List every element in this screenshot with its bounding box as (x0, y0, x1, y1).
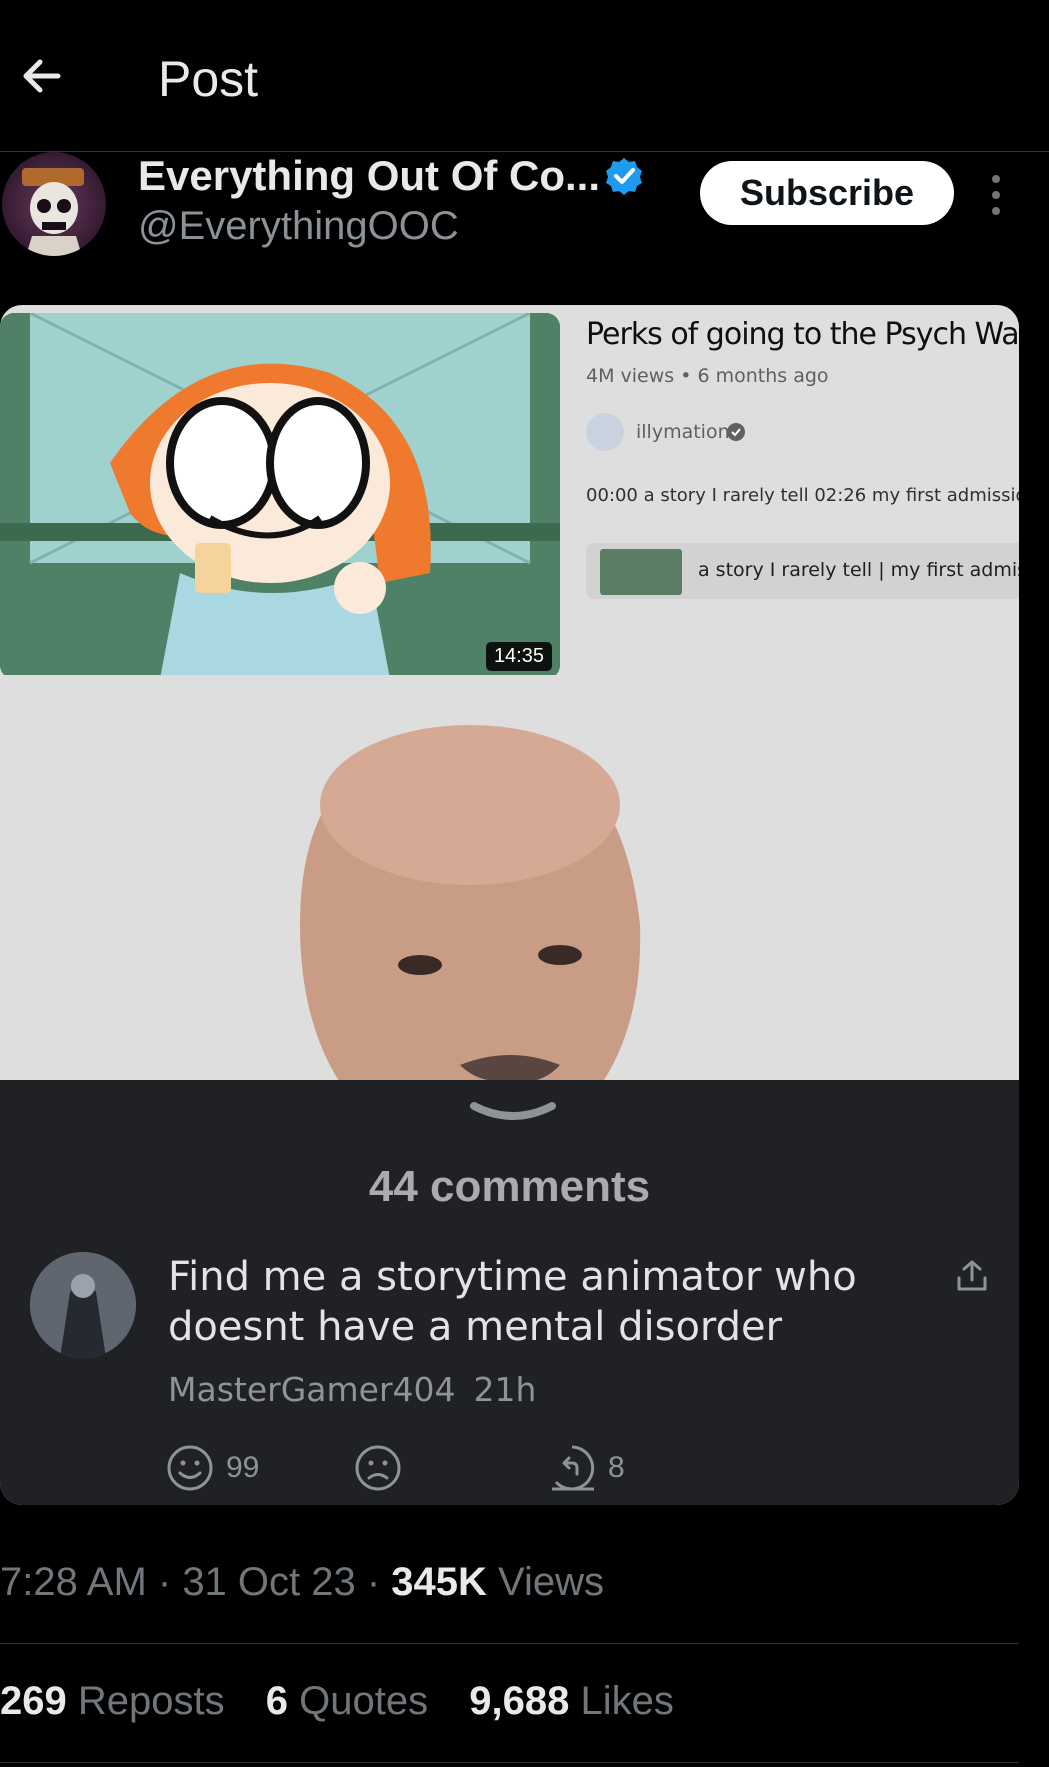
reposts-label: Reposts (77, 1679, 225, 1723)
channel-verified-icon (726, 422, 746, 442)
channel-name: illymation (636, 421, 730, 443)
views-count: 345K (391, 1560, 487, 1604)
share-icon[interactable] (954, 1258, 990, 1294)
likes-stat[interactable]: 9,688 Likes (469, 1679, 674, 1723)
comment-time: 21h (473, 1370, 537, 1409)
reply-comment-button[interactable]: 8 (548, 1444, 625, 1492)
author-handle[interactable]: @EverythingOOC (138, 204, 459, 249)
quotes-label: Quotes (299, 1679, 429, 1723)
dislike-comment-button[interactable] (354, 1444, 402, 1492)
reposts-count: 269 (0, 1679, 67, 1723)
comment-text: Find me a storytime animator who doesnt … (168, 1254, 857, 1350)
subscribe-button[interactable]: Subscribe (700, 161, 954, 225)
author-display-name[interactable]: Everything Out Of Co... (138, 152, 600, 200)
post-author: Everything Out Of Co... @EverythingOOC S… (0, 152, 1049, 272)
more-options-icon[interactable] (984, 172, 1008, 218)
comments-count: 44 comments (368, 1162, 651, 1211)
video-thumbnail: 14:35 (0, 313, 560, 679)
quotes-count: 6 (265, 1679, 288, 1723)
post-time[interactable]: 7:28 AM (0, 1560, 147, 1604)
reply-count: 8 (608, 1451, 625, 1484)
chapter-thumbnail (600, 549, 682, 595)
reply-icon (552, 1445, 595, 1491)
author-avatar[interactable] (2, 152, 106, 256)
verified-badge-icon (604, 156, 644, 196)
video-title: Perks of going to the Psych Ward (586, 317, 1019, 352)
smile-icon (167, 1445, 213, 1491)
comment-meta: MasterGamer404 21h (168, 1370, 536, 1409)
video-duration: 14:35 (485, 642, 552, 671)
divider (0, 1643, 1019, 1644)
post-media-image[interactable]: 14:35 Perks of going to the Psych Ward 4… (0, 305, 1019, 1505)
like-comment-button[interactable]: 99 (166, 1444, 259, 1492)
commenter-avatar[interactable] (30, 1252, 136, 1358)
back-arrow-icon[interactable] (18, 52, 66, 100)
like-count: 99 (226, 1451, 260, 1484)
views-label: Views (498, 1560, 605, 1604)
video-meta: 4M views • 6 months ago (586, 365, 829, 387)
chevron-down-icon[interactable] (468, 1098, 558, 1128)
comments-panel: 44 comments Find me a storytime animator… (0, 1080, 1019, 1505)
chapter-card: a story I rarely tell | my first admissi… (586, 543, 1019, 599)
likes-label: Likes (580, 1679, 674, 1723)
channel-avatar (586, 413, 624, 451)
engagement-stats: 269 Reposts 6 Quotes 9,688 Likes (0, 1679, 704, 1724)
top-bar: Post (0, 0, 1049, 152)
page-title: Post (158, 51, 259, 107)
chapter-label: a story I rarely tell | my first admissi… (698, 559, 1019, 581)
comment-author[interactable]: MasterGamer404 (168, 1370, 456, 1409)
quotes-stat[interactable]: 6 Quotes (266, 1679, 428, 1723)
video-chapters: 00:00 a story I rarely tell 02:26 my fir… (586, 485, 1019, 506)
post-timestamp-row: 7:28 AM · 31 Oct 23 · 345K Views (0, 1560, 605, 1604)
frown-icon (355, 1445, 401, 1491)
reposts-stat[interactable]: 269 Reposts (0, 1679, 225, 1723)
likes-count: 9,688 (469, 1679, 570, 1723)
divider (0, 1762, 1019, 1763)
post-date[interactable]: 31 Oct 23 (182, 1560, 355, 1604)
